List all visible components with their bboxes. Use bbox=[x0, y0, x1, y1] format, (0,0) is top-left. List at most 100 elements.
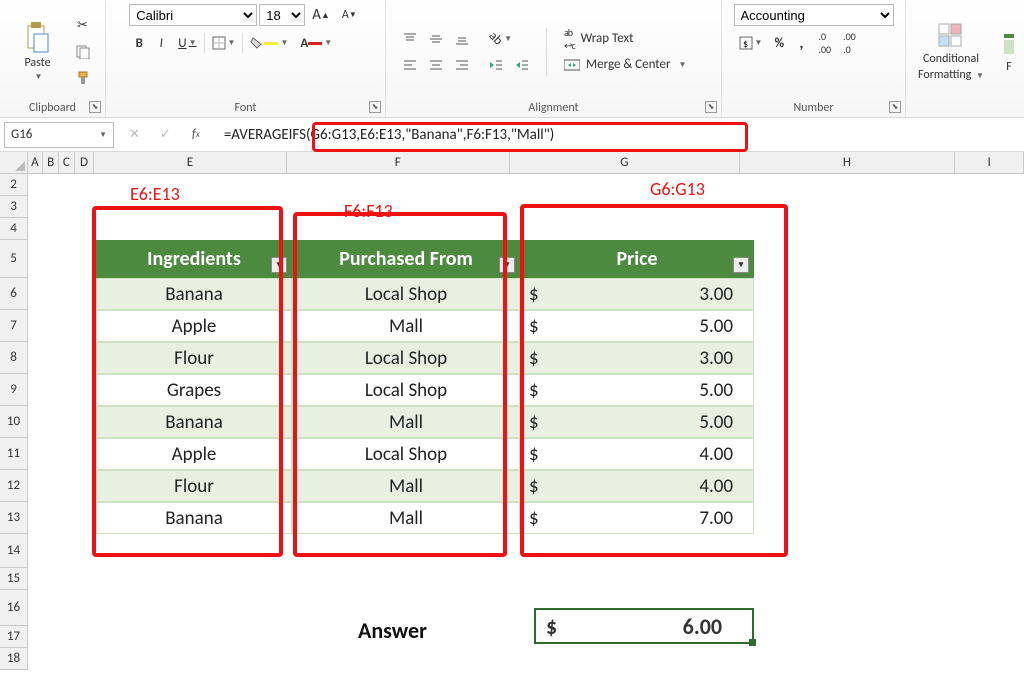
table-cell-price[interactable]: $7.00 bbox=[520, 502, 754, 534]
table-cell-purchased[interactable]: Mall bbox=[292, 406, 520, 438]
copy-button[interactable] bbox=[71, 41, 95, 63]
column-header-F[interactable]: F bbox=[287, 152, 511, 173]
insert-function-button[interactable]: fx bbox=[186, 124, 206, 146]
wrap-text-button[interactable]: ab↩c Wrap Text bbox=[559, 28, 709, 50]
row-header-7[interactable]: 7 bbox=[0, 310, 28, 342]
row-header-13[interactable]: 13 bbox=[0, 502, 28, 534]
comma-button[interactable]: , bbox=[791, 32, 811, 54]
table-header-ing[interactable]: Ingredients▾ bbox=[96, 240, 292, 278]
bold-button[interactable]: B bbox=[129, 32, 149, 54]
formula-input[interactable] bbox=[216, 120, 1024, 150]
table-cell-purchased[interactable]: Mall bbox=[292, 470, 520, 502]
row-header-15[interactable]: 15 bbox=[0, 568, 28, 590]
align-left-button[interactable] bbox=[398, 54, 422, 76]
filter-button[interactable]: ▾ bbox=[271, 257, 287, 273]
table-cell-ingredient[interactable]: Grapes bbox=[96, 374, 292, 406]
worksheet-grid[interactable]: ABCDEFGHI 23456789101112131415161718 Ing… bbox=[0, 152, 1024, 693]
column-header-B[interactable]: B bbox=[43, 152, 59, 173]
table-cell-purchased[interactable]: Local Shop bbox=[292, 374, 520, 406]
cells-area[interactable]: Ingredients▾Purchased From▾Price▾BananaL… bbox=[28, 174, 1024, 693]
column-header-H[interactable]: H bbox=[740, 152, 956, 173]
table-cell-price[interactable]: $5.00 bbox=[520, 374, 754, 406]
table-cell-purchased[interactable]: Local Shop bbox=[292, 278, 520, 310]
font-size-select[interactable]: 18 bbox=[259, 4, 305, 26]
row-header-2[interactable]: 2 bbox=[0, 174, 28, 196]
align-middle-button[interactable] bbox=[424, 28, 448, 50]
table-cell-price[interactable]: $5.00 bbox=[520, 406, 754, 438]
enter-formula-button[interactable]: ✓ bbox=[155, 124, 176, 146]
column-header-G[interactable]: G bbox=[510, 152, 739, 173]
decrease-font-button[interactable]: A▼ bbox=[337, 4, 362, 26]
conditional-formatting-button[interactable]: Conditional Formatting ▼ bbox=[906, 15, 996, 89]
percent-button[interactable]: % bbox=[769, 32, 789, 54]
fill-color-button[interactable]: ▼ bbox=[245, 32, 293, 54]
table-cell-ingredient[interactable]: Flour bbox=[96, 470, 292, 502]
fill-handle[interactable] bbox=[749, 639, 756, 646]
answer-cell[interactable]: $ 6.00 bbox=[534, 608, 754, 644]
table-cell-ingredient[interactable]: Apple bbox=[96, 438, 292, 470]
table-cell-ingredient[interactable]: Banana bbox=[96, 278, 292, 310]
alignment-dialog-launcher[interactable]: ⬊ bbox=[705, 101, 717, 113]
table-cell-ingredient[interactable]: Flour bbox=[96, 342, 292, 374]
column-header-A[interactable]: A bbox=[28, 152, 44, 173]
table-cell-purchased[interactable]: Mall bbox=[292, 310, 520, 342]
paste-button[interactable]: Paste ▼ bbox=[11, 15, 65, 89]
clipboard-dialog-launcher[interactable]: ⬊ bbox=[89, 101, 101, 113]
italic-button[interactable]: I bbox=[151, 32, 171, 54]
column-header-D[interactable]: D bbox=[75, 152, 95, 173]
column-header-C[interactable]: C bbox=[59, 152, 75, 173]
row-header-8[interactable]: 8 bbox=[0, 342, 28, 374]
align-center-button[interactable] bbox=[424, 54, 448, 76]
font-color-button[interactable]: A▼ bbox=[295, 32, 337, 54]
row-header-3[interactable]: 3 bbox=[0, 196, 28, 218]
row-header-11[interactable]: 11 bbox=[0, 438, 28, 470]
column-header-E[interactable]: E bbox=[94, 152, 286, 173]
table-header-price[interactable]: Price▾ bbox=[520, 240, 754, 278]
decrease-decimal-button[interactable]: .00.0 bbox=[838, 32, 861, 54]
increase-font-button[interactable]: A▲ bbox=[307, 4, 335, 26]
merge-center-button[interactable]: Merge & Center ▼ bbox=[559, 54, 709, 76]
row-header-10[interactable]: 10 bbox=[0, 406, 28, 438]
table-cell-price[interactable]: $4.00 bbox=[520, 438, 754, 470]
align-right-button[interactable] bbox=[450, 54, 474, 76]
font-dialog-launcher[interactable]: ⬊ bbox=[369, 101, 381, 113]
number-dialog-launcher[interactable]: ⬊ bbox=[889, 101, 901, 113]
accounting-format-button[interactable]: $▼ bbox=[734, 32, 768, 54]
orientation-button[interactable]: ab▼ bbox=[484, 28, 517, 50]
row-header-4[interactable]: 4 bbox=[0, 218, 28, 240]
column-header-I[interactable]: I bbox=[955, 152, 1024, 173]
row-header-12[interactable]: 12 bbox=[0, 470, 28, 502]
increase-indent-button[interactable] bbox=[510, 54, 534, 76]
row-header-6[interactable]: 6 bbox=[0, 278, 28, 310]
row-header-18[interactable]: 18 bbox=[0, 648, 28, 670]
select-all-button[interactable] bbox=[0, 152, 28, 173]
cancel-formula-button[interactable]: ✕ bbox=[124, 124, 145, 146]
table-cell-price[interactable]: $3.00 bbox=[520, 278, 754, 310]
filter-button[interactable]: ▾ bbox=[499, 257, 515, 273]
cut-button[interactable]: ✂ bbox=[71, 15, 95, 37]
format-painter-button[interactable] bbox=[71, 67, 95, 89]
row-header-14[interactable]: 14 bbox=[0, 534, 28, 568]
filter-button[interactable]: ▾ bbox=[733, 257, 749, 273]
name-box[interactable]: G16 ▼ bbox=[4, 122, 114, 148]
increase-decimal-button[interactable]: .0.00 bbox=[813, 32, 836, 54]
underline-button[interactable]: U▼ bbox=[173, 32, 201, 54]
font-name-select[interactable]: Calibri bbox=[129, 4, 257, 26]
table-cell-purchased[interactable]: Mall bbox=[292, 502, 520, 534]
decrease-indent-button[interactable] bbox=[484, 54, 508, 76]
table-cell-price[interactable]: $4.00 bbox=[520, 470, 754, 502]
row-header-17[interactable]: 17 bbox=[0, 626, 28, 648]
borders-button[interactable]: ▼ bbox=[207, 32, 241, 54]
table-header-purchased[interactable]: Purchased From▾ bbox=[292, 240, 520, 278]
row-header-5[interactable]: 5 bbox=[0, 240, 28, 278]
table-cell-price[interactable]: $5.00 bbox=[520, 310, 754, 342]
row-header-16[interactable]: 16 bbox=[0, 590, 28, 626]
table-cell-ingredient[interactable]: Apple bbox=[96, 310, 292, 342]
table-cell-ingredient[interactable]: Banana bbox=[96, 502, 292, 534]
number-format-select[interactable]: Accounting bbox=[734, 4, 894, 26]
table-cell-purchased[interactable]: Local Shop bbox=[292, 342, 520, 374]
row-header-9[interactable]: 9 bbox=[0, 374, 28, 406]
align-bottom-button[interactable] bbox=[450, 28, 474, 50]
format-as-table-button[interactable]: F bbox=[1002, 15, 1016, 89]
table-cell-price[interactable]: $3.00 bbox=[520, 342, 754, 374]
